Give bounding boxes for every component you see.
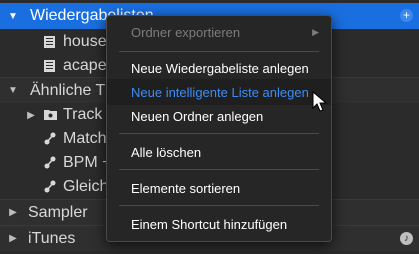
tree-item-label: BPM +: [63, 154, 112, 171]
menu-item-label: Neue Wiedergabeliste anlegen: [131, 60, 309, 76]
tree-item-label: Ähnliche T: [30, 81, 106, 99]
smart-list-icon: [44, 156, 56, 169]
tree-item-label: Sampler: [28, 203, 88, 221]
mouse-cursor-icon: [312, 91, 328, 112]
tree-item-label: Track: [63, 106, 103, 123]
menu-item-alle-loeschen[interactable]: Alle löschen: [107, 139, 331, 165]
menu-item-label: Neue intelligente Liste anlegen: [131, 84, 309, 100]
itunes-icon[interactable]: ♪: [400, 232, 413, 245]
menu-item-shortcut-hinzufuegen[interactable]: Einem Shortcut hinzufügen: [107, 211, 331, 237]
folder-icon: [44, 109, 57, 120]
tree-item-label: iTunes: [28, 229, 76, 247]
menu-item-ordner-exportieren[interactable]: Ordner exportieren ▶: [107, 19, 331, 45]
menu-separator: [119, 133, 319, 134]
add-icon[interactable]: +: [400, 9, 413, 22]
menu-item-elemente-sortieren[interactable]: Elemente sortieren: [107, 175, 331, 201]
smart-list-icon: [44, 180, 56, 193]
context-menu: Ordner exportieren ▶ Neue Wiedergabelist…: [106, 15, 332, 242]
menu-item-label: Alle löschen: [131, 144, 202, 160]
menu-item-neue-wiedergabeliste[interactable]: Neue Wiedergabeliste anlegen: [107, 55, 331, 81]
menu-item-label: Ordner exportieren: [131, 24, 241, 40]
menu-separator: [119, 205, 319, 206]
menu-item-label: Einem Shortcut hinzufügen: [131, 216, 288, 232]
tree-item-label: acape: [63, 57, 107, 74]
smart-list-icon: [44, 132, 56, 145]
menu-item-neuen-ordner[interactable]: Neuen Ordner anlegen: [107, 103, 331, 129]
menu-separator: [119, 51, 319, 52]
triangle-expanded-icon[interactable]: ▼: [8, 85, 18, 96]
triangle-collapsed-icon[interactable]: ▶: [8, 207, 18, 218]
triangle-expanded-icon[interactable]: ▼: [8, 11, 18, 22]
tree-item-label: Gleich: [63, 178, 109, 195]
playlist-icon: [44, 36, 55, 48]
submenu-arrow-icon: ▶: [312, 26, 319, 37]
tree-item-label: house: [63, 33, 107, 50]
triangle-collapsed-icon[interactable]: ▶: [26, 110, 36, 121]
menu-separator: [119, 169, 319, 170]
menu-item-label: Neuen Ordner anlegen: [131, 108, 264, 124]
tree-item-label: Match: [63, 130, 107, 147]
menu-item-neue-intelligente-liste[interactable]: Neue intelligente Liste anlegen: [107, 79, 331, 105]
menu-item-label: Elemente sortieren: [131, 180, 241, 196]
playlist-icon: [44, 60, 55, 72]
triangle-collapsed-icon[interactable]: ▶: [8, 233, 18, 244]
